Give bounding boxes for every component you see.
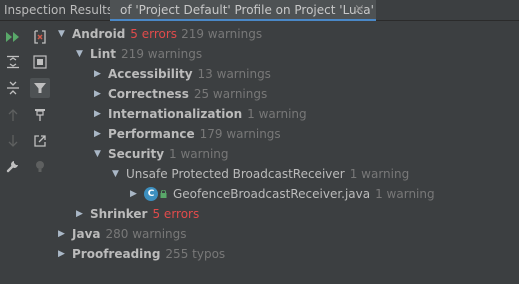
group-by-icon[interactable]	[30, 52, 50, 72]
tab-label: of 'Project Default' Profile on Project …	[120, 3, 374, 17]
warning-count: 219 warnings	[181, 27, 263, 41]
warning-count: 1 warning	[375, 187, 435, 201]
node-label: Shrinker	[90, 207, 148, 221]
node-label: Proofreading	[72, 247, 161, 261]
close-icon[interactable]: ×	[354, 2, 365, 17]
warning-count: 13 warnings	[197, 67, 271, 81]
tree-node-proofreading[interactable]: ▶ Proofreading 255 typos	[58, 244, 225, 264]
expanded-arrow-icon[interactable]: ▼	[58, 29, 72, 39]
node-label: Correctness	[108, 87, 189, 101]
expand-all-icon[interactable]	[3, 52, 23, 72]
tree-node-java[interactable]: ▶ Java 280 warnings	[58, 224, 187, 244]
warning-count: 179 warnings	[199, 127, 281, 141]
tree-node-performance[interactable]: ▶ Performance 179 warnings	[94, 124, 281, 144]
tree-node-shrinker[interactable]: ▶ Shrinker 5 errors	[76, 204, 199, 224]
filter-icon[interactable]	[30, 78, 50, 98]
inspection-toolbar	[0, 21, 54, 284]
tree-node-geofence-file[interactable]: ▶ C GeofenceBroadcastReceiver.java 1 war…	[130, 184, 435, 204]
tree-node-android[interactable]: ▼ Android 5 errors 219 warnings	[58, 24, 262, 44]
file-name: GeofenceBroadcastReceiver.java	[173, 187, 371, 201]
node-label: Lint	[90, 47, 117, 61]
expanded-arrow-icon[interactable]: ▼	[94, 149, 108, 159]
tree-node-unsafe-protected-broadcast-receiver[interactable]: ▼ Unsafe Protected BroadcastReceiver 1 w…	[112, 164, 409, 184]
collapse-all-icon[interactable]	[3, 78, 23, 98]
previous-problem-icon[interactable]	[3, 105, 23, 125]
collapsed-arrow-icon[interactable]: ▶	[58, 229, 72, 239]
error-count: 5 errors	[130, 27, 178, 41]
java-class-icon: C	[144, 187, 158, 201]
warning-count: 1 warning	[349, 167, 410, 181]
warning-count: 1 warning	[169, 147, 229, 161]
node-label: Android	[72, 27, 126, 41]
node-label: Java	[72, 227, 101, 241]
lock-icon	[160, 190, 167, 198]
node-label: Performance	[108, 127, 195, 141]
collapsed-arrow-icon[interactable]: ▶	[58, 249, 72, 259]
quick-fix-bulb-icon[interactable]	[30, 156, 50, 176]
inspection-results-header: Inspection Results: of 'Project Default'…	[0, 0, 519, 21]
tab-inspection-profile[interactable]: of 'Project Default' Profile on Project …	[110, 0, 376, 21]
export-icon[interactable]	[30, 131, 50, 151]
error-count: 5 errors	[152, 207, 200, 221]
close-panel-icon[interactable]	[30, 27, 50, 47]
tree-node-lint[interactable]: ▼ Lint 219 warnings	[76, 44, 202, 64]
collapsed-arrow-icon[interactable]: ▶	[94, 109, 108, 119]
tree-node-security[interactable]: ▼ Security 1 warning	[94, 144, 229, 164]
warning-count: 219 warnings	[121, 47, 203, 61]
expanded-arrow-icon[interactable]: ▼	[76, 49, 90, 59]
typo-count: 255 typos	[165, 247, 226, 261]
node-label: Internationalization	[108, 107, 243, 121]
expanded-arrow-icon[interactable]: ▼	[112, 169, 126, 179]
rerun-icon[interactable]	[3, 27, 23, 47]
collapsed-arrow-icon[interactable]: ▶	[94, 129, 108, 139]
collapsed-arrow-icon[interactable]: ▶	[130, 189, 144, 199]
next-problem-icon[interactable]	[3, 131, 23, 151]
collapsed-arrow-icon[interactable]: ▶	[94, 89, 108, 99]
pin-icon[interactable]	[30, 105, 50, 125]
collapsed-arrow-icon[interactable]: ▶	[94, 69, 108, 79]
warning-count: 280 warnings	[105, 227, 187, 241]
warning-count: 1 warning	[247, 107, 307, 121]
collapsed-arrow-icon[interactable]: ▶	[76, 209, 90, 219]
tree-node-correctness[interactable]: ▶ Correctness 25 warnings	[94, 84, 267, 104]
tree-node-accessibility[interactable]: ▶ Accessibility 13 warnings	[94, 64, 271, 84]
warning-count: 25 warnings	[193, 87, 268, 101]
panel-title: Inspection Results:	[4, 3, 118, 17]
inspection-tree: ▼ Android 5 errors 219 warnings ▼ Lint 2…	[54, 21, 519, 284]
tree-node-internationalization[interactable]: ▶ Internationalization 1 warning	[94, 104, 307, 124]
node-label: Unsafe Protected BroadcastReceiver	[126, 167, 345, 181]
node-label: Accessibility	[108, 67, 193, 81]
node-label: Security	[108, 147, 165, 161]
settings-wrench-icon[interactable]	[3, 156, 23, 176]
